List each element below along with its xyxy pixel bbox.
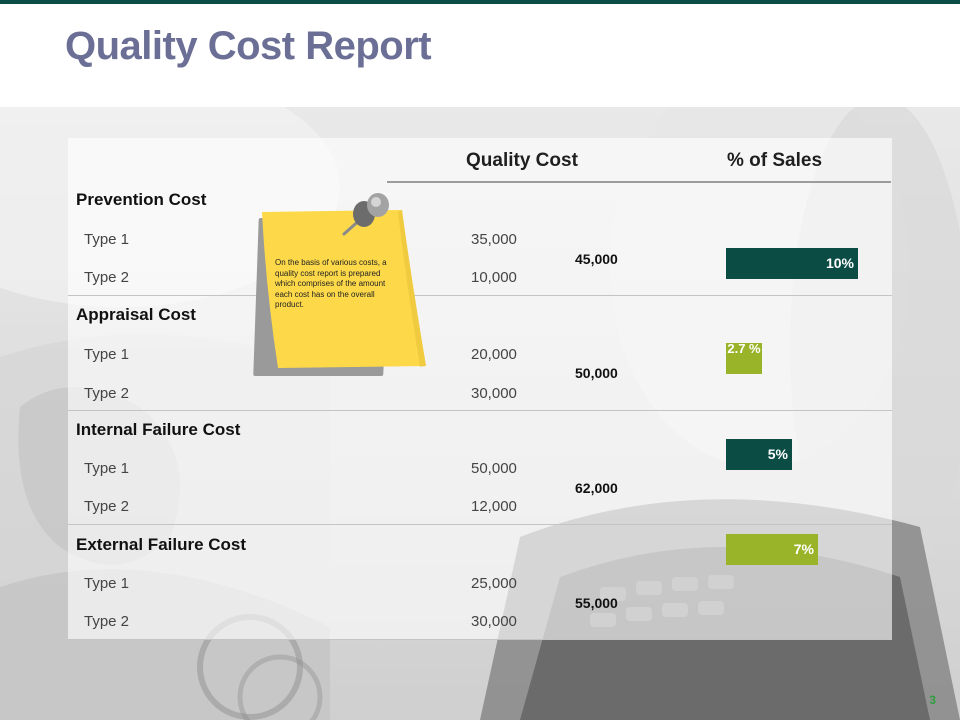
- row-label: Type 1: [84, 346, 130, 363]
- percent-bar-label: 7%: [793, 541, 814, 557]
- percent-bar-internal-failure: 5%: [726, 439, 792, 470]
- row-value: 20,000: [471, 346, 517, 363]
- section-prevention-cost: Prevention Cost Type 1 35,000 Type 2 10,…: [68, 190, 892, 296]
- percent-bar-prevention: 10%: [726, 248, 858, 279]
- row-label: Type 1: [84, 575, 130, 592]
- row-label: Type 1: [84, 460, 130, 477]
- percent-bar-label: 10%: [825, 255, 854, 271]
- percent-sales-header: % of Sales: [727, 150, 823, 171]
- section-divider: [68, 295, 892, 296]
- percent-bar-external-failure: 7%: [726, 534, 818, 565]
- section-title: Appraisal Cost: [76, 305, 196, 324]
- percent-bar-appraisal: 2.7 %: [726, 341, 762, 374]
- section-title: External Failure Cost: [76, 535, 247, 554]
- row-label: Type 2: [84, 498, 130, 515]
- section-title: Prevention Cost: [76, 190, 207, 209]
- top-accent-bar: [0, 0, 960, 4]
- row-value: 30,000: [471, 613, 517, 630]
- row-value: 12,000: [471, 498, 517, 515]
- row-value: 25,000: [471, 575, 517, 592]
- percent-bar-label: 5%: [767, 446, 788, 462]
- row-label: Type 2: [84, 269, 130, 286]
- row-value: 50,000: [471, 460, 517, 477]
- section-total: 45,000: [575, 251, 618, 267]
- page-number: 3: [929, 693, 936, 707]
- row-value: 30,000: [471, 385, 517, 402]
- pushpin-icon: [342, 193, 389, 236]
- row-label: Type 1: [84, 231, 130, 248]
- section-total: 62,000: [575, 480, 618, 496]
- section-title: Internal Failure Cost: [76, 420, 241, 439]
- slide-title: Quality Cost Report: [65, 24, 432, 68]
- section-divider: [68, 524, 892, 525]
- row-label: Type 2: [84, 613, 130, 630]
- note-text: On the basis of various costs, a quality…: [275, 258, 387, 309]
- section-divider: [68, 410, 892, 411]
- section-total: 50,000: [575, 365, 618, 381]
- section-total: 55,000: [575, 595, 618, 611]
- percent-bar-label: 2.7 %: [727, 341, 761, 356]
- row-label: Type 2: [84, 385, 130, 402]
- row-value: 10,000: [471, 269, 517, 286]
- section-appraisal-cost: Appraisal Cost Type 1 20,000 Type 2 30,0…: [68, 305, 892, 411]
- row-value: 35,000: [471, 231, 517, 248]
- section-divider: [68, 639, 892, 640]
- section-internal-failure-cost: Internal Failure Cost Type 1 50,000 Type…: [68, 420, 892, 526]
- quality-cost-header: Quality Cost: [466, 150, 578, 171]
- header-divider: [387, 181, 891, 183]
